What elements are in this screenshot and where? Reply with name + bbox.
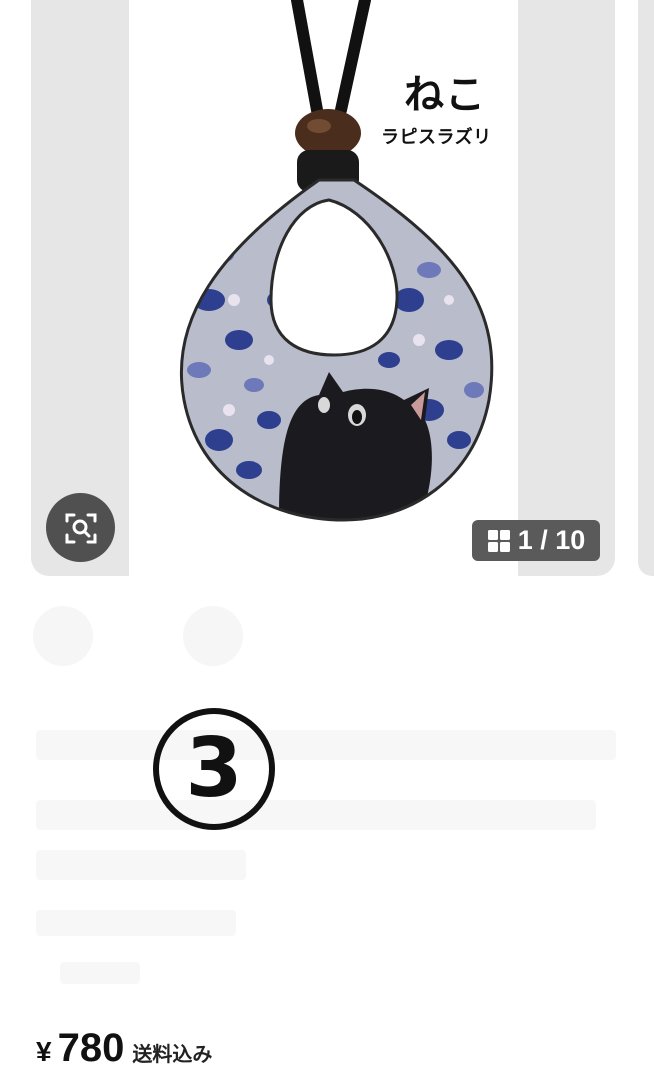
faded-text-block (36, 730, 616, 760)
image-search-button[interactable] (46, 493, 115, 562)
faded-seller-row (33, 606, 313, 666)
price-row: ¥ 780 送料込み (36, 1026, 212, 1071)
faded-text-block (36, 910, 236, 936)
product-subtitle: ラピスラズリ (381, 127, 492, 148)
next-product-image-peek[interactable] (638, 0, 654, 576)
faded-text-block (36, 850, 246, 880)
image-search-icon (65, 513, 96, 543)
faded-text-block (60, 962, 140, 984)
grid-icon (487, 529, 511, 553)
shipping-included-label: 送料込み (132, 1042, 213, 1066)
faded-text-block (36, 800, 596, 830)
price-value: 780 (57, 1026, 125, 1070)
product-title: ねこ (404, 72, 486, 118)
image-counter[interactable]: 1 / 10 (472, 520, 600, 561)
image-counter-text: 1 / 10 (517, 525, 586, 555)
circled-number-annotation: 3 (153, 708, 275, 830)
price-currency: ¥ (36, 1036, 52, 1067)
